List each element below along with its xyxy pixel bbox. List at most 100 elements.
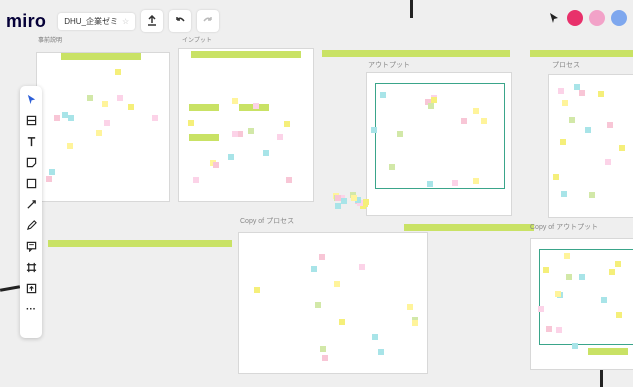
sticky-note-tool[interactable]: [24, 155, 38, 169]
sticky-note[interactable]: [315, 301, 322, 308]
sticky-note[interactable]: [572, 342, 579, 349]
sticky-note[interactable]: [554, 290, 561, 297]
templates-tool[interactable]: [24, 113, 38, 127]
sticky-note[interactable]: [53, 115, 60, 122]
sticky-note[interactable]: [615, 260, 622, 267]
sticky-note[interactable]: [472, 107, 479, 114]
sticky-note[interactable]: [380, 92, 387, 99]
sticky-note[interactable]: [565, 274, 572, 281]
sticky-note[interactable]: [584, 126, 591, 133]
sticky-note[interactable]: [555, 326, 562, 333]
sticky-note[interactable]: [319, 253, 326, 260]
sticky-note[interactable]: [371, 334, 378, 341]
connection-line-tool[interactable]: [24, 197, 38, 211]
select-tool[interactable]: [24, 92, 38, 106]
board-name-button[interactable]: DHU_企業ゼミ ☆: [58, 12, 136, 30]
comment-tool[interactable]: [24, 239, 38, 253]
sticky-note[interactable]: [285, 177, 292, 184]
sticky-note[interactable]: [359, 264, 366, 271]
sticky-note[interactable]: [227, 154, 234, 160]
shape-tool[interactable]: [24, 176, 38, 190]
sticky-note[interactable]: [102, 100, 109, 107]
sticky-note[interactable]: [284, 120, 291, 127]
sticky-note[interactable]: [619, 145, 626, 152]
sticky-note[interactable]: [334, 280, 341, 287]
more-tool[interactable]: ···: [24, 302, 38, 316]
sticky-note[interactable]: [598, 90, 605, 97]
sticky-note[interactable]: [231, 131, 238, 138]
sticky-note[interactable]: [407, 303, 414, 310]
sticky-note[interactable]: [451, 180, 458, 187]
sticky-note[interactable]: [45, 176, 52, 183]
sticky-note[interactable]: [564, 252, 571, 259]
sticky-note[interactable]: [128, 103, 135, 110]
sticky-note[interactable]: [320, 345, 327, 352]
sticky-note[interactable]: [341, 197, 348, 204]
sticky-note[interactable]: [334, 195, 341, 202]
sticky-note[interactable]: [428, 103, 435, 109]
sticky-note[interactable]: [61, 111, 68, 118]
sticky-note[interactable]: [600, 297, 607, 304]
sticky-note[interactable]: [86, 95, 93, 102]
sticky-note[interactable]: [231, 98, 238, 105]
sticky-note[interactable]: [396, 130, 403, 137]
sticky-note[interactable]: [262, 150, 269, 157]
sticky-note[interactable]: [473, 177, 479, 184]
sticky-note[interactable]: [546, 325, 553, 332]
sticky-note[interactable]: [558, 88, 565, 95]
sticky-note[interactable]: [193, 177, 200, 184]
cursor-icon[interactable]: [547, 11, 561, 25]
redo-button[interactable]: [197, 10, 220, 32]
sticky-note[interactable]: [67, 114, 74, 121]
sticky-note[interactable]: [560, 139, 567, 146]
sticky-note[interactable]: [574, 83, 581, 90]
sticky-note[interactable]: [253, 287, 260, 294]
frame-copy-of-process[interactable]: [238, 232, 428, 374]
sticky-note[interactable]: [481, 117, 488, 124]
sticky-note[interactable]: [103, 120, 110, 127]
sticky-note[interactable]: [562, 100, 569, 107]
sticky-note[interactable]: [187, 120, 194, 127]
sticky-note[interactable]: [560, 191, 567, 198]
sticky-note[interactable]: [362, 198, 369, 205]
text-tool[interactable]: [24, 134, 38, 148]
sticky-note[interactable]: [569, 116, 576, 123]
upload-button[interactable]: [141, 10, 164, 32]
sticky-note[interactable]: [542, 266, 549, 273]
sticky-note[interactable]: [412, 320, 419, 327]
sticky-note[interactable]: [95, 129, 102, 136]
frame-tool[interactable]: [24, 260, 38, 274]
sticky-note[interactable]: [426, 180, 433, 187]
sticky-note[interactable]: [605, 159, 612, 166]
sticky-note[interactable]: [578, 273, 585, 280]
sticky-note[interactable]: [578, 89, 585, 96]
star-icon[interactable]: ☆: [122, 17, 129, 26]
upload-tool[interactable]: [24, 281, 38, 295]
avatar[interactable]: [611, 10, 627, 26]
sticky-note[interactable]: [350, 195, 357, 202]
sticky-note[interactable]: [615, 312, 622, 319]
output-document[interactable]: [375, 83, 505, 189]
sticky-note[interactable]: [608, 268, 615, 275]
sticky-note[interactable]: [114, 69, 121, 76]
sticky-note[interactable]: [606, 121, 613, 128]
frame-output[interactable]: [366, 72, 512, 216]
sticky-note[interactable]: [152, 115, 159, 122]
sticky-note[interactable]: [247, 127, 254, 134]
sticky-note[interactable]: [461, 117, 468, 124]
sticky-note[interactable]: [552, 173, 559, 180]
sticky-note[interactable]: [310, 265, 317, 272]
sticky-note[interactable]: [378, 349, 385, 356]
sticky-note[interactable]: [322, 355, 329, 362]
avatar[interactable]: [567, 10, 583, 26]
sticky-note[interactable]: [276, 134, 283, 141]
pen-tool[interactable]: [24, 218, 38, 232]
sticky-note[interactable]: [537, 305, 544, 312]
sticky-note[interactable]: [430, 96, 437, 103]
frame-pre-explanation[interactable]: [36, 52, 170, 202]
sticky-note[interactable]: [213, 162, 220, 169]
sticky-note[interactable]: [338, 319, 345, 326]
board-canvas[interactable]: インプット アウトプット プロセス Copy of アウトプット Copy of…: [0, 0, 633, 387]
avatar[interactable]: [589, 10, 605, 26]
sticky-note[interactable]: [370, 127, 377, 134]
